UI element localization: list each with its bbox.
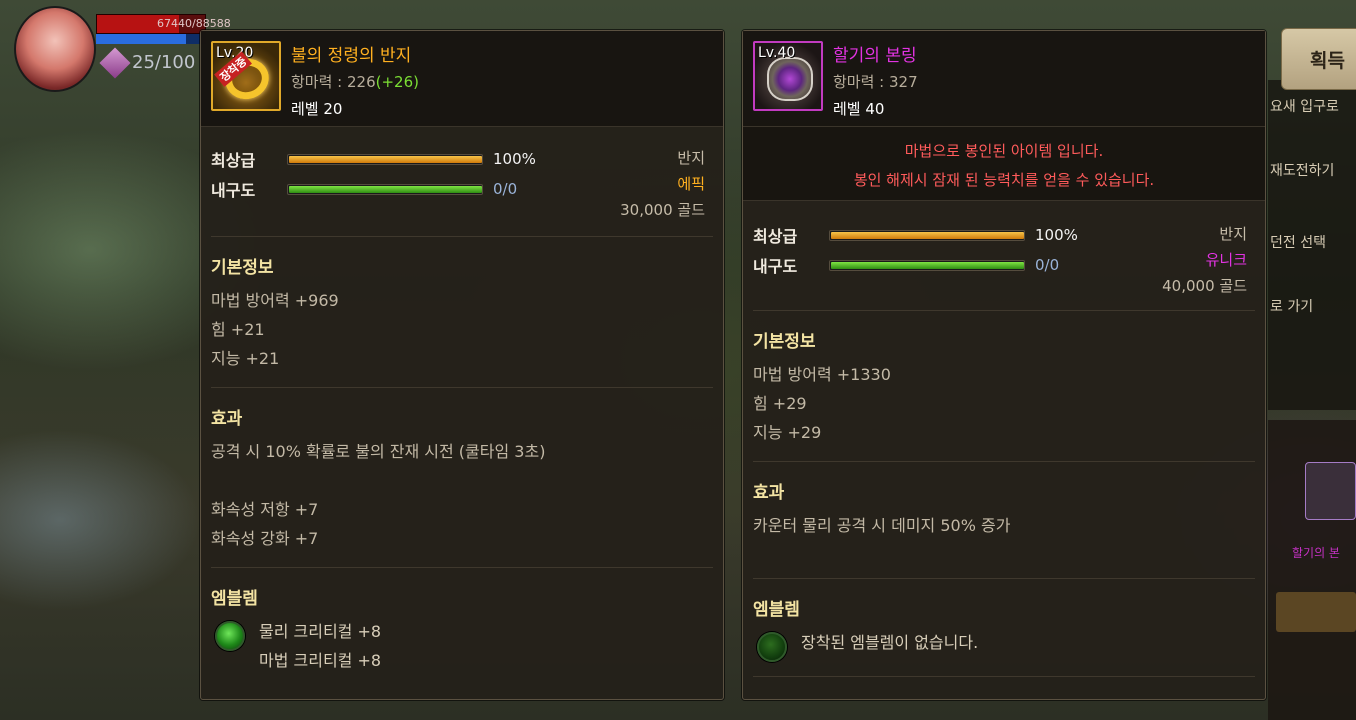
- durability-value: 0/0: [1035, 256, 1060, 274]
- item-type: 반지: [1219, 225, 1247, 243]
- item-icon: Lv.40: [753, 41, 823, 111]
- tooltip-header: Lv.20 장착중 불의 정령의 반지 항마력 : 226(+26) 레벨 20: [201, 31, 723, 127]
- grade-value: 100%: [1035, 226, 1078, 244]
- item-name: 불의 정령의 반지: [291, 46, 412, 66]
- durability-label: 내구도: [753, 257, 798, 276]
- item-level-tag: Lv.40: [758, 45, 796, 61]
- basic-info-line: 지능 +21: [211, 349, 280, 368]
- emblem-title: 엠블렘: [753, 600, 800, 620]
- item-icon: Lv.20 장착중: [211, 41, 281, 111]
- hp-bar: 67440/88588: [96, 14, 231, 34]
- item-rarity: 에픽: [677, 175, 705, 193]
- basic-info-title: 기본정보: [211, 258, 274, 278]
- hp-text: 67440/88588: [157, 17, 231, 30]
- player-avatar: [14, 6, 96, 92]
- item-tooltip-equipped: Lv.20 장착중 불의 정령의 반지 항마력 : 226(+26) 레벨 20…: [200, 30, 724, 700]
- emblem-gem-icon[interactable]: [215, 621, 245, 651]
- grade-label: 최상급: [211, 151, 256, 170]
- item-name: 할기의 본링: [833, 46, 917, 66]
- emblem-section: 엠블렘 장착된 엠블렘이 없습니다.: [753, 579, 1255, 677]
- effect-section: 효과 카운터 물리 공격 시 데미지 50% 증가: [753, 462, 1255, 579]
- effect-line: 화속성 강화 +7: [211, 529, 319, 548]
- emblem-title: 엠블렘: [211, 589, 258, 609]
- item-rarity: 유니크: [1205, 251, 1247, 269]
- fatigue-icon: [99, 47, 131, 79]
- effect-line: 공격 시 10% 확률로 불의 잔재 시전 (쿨타임 3초): [211, 442, 546, 461]
- item-price: 30,000 골드: [620, 201, 705, 219]
- emblem-empty-icon[interactable]: [757, 632, 787, 662]
- basic-info-line: 지능 +29: [753, 423, 822, 442]
- sealed-notice: 마법으로 봉인된 아이템 입니다. 봉인 해제시 잠재 된 능력치를 얻을 수 …: [743, 127, 1265, 201]
- emblem-line: 장착된 엠블렘이 없습니다.: [801, 633, 979, 652]
- reward-item-name: 할기의 본: [1292, 546, 1340, 560]
- tooltip-header: Lv.40 할기의 본링 항마력 : 327 레벨 40: [743, 31, 1265, 127]
- item-type: 반지: [677, 149, 705, 167]
- emblem-section: 엠블렘 물리 크리티컬 +8 마법 크리티컬 +8: [211, 568, 713, 689]
- item-gauges: 최상급 100% 내구도 0/0 반지 유니크 40,000 골드: [753, 201, 1255, 311]
- durability-gauge: [287, 183, 483, 195]
- effect-line: 카운터 물리 공격 시 데미지 50% 증가: [753, 516, 1011, 535]
- player-hud: 67440/88588 25/100: [0, 0, 231, 120]
- menu-item-dungeon-select[interactable]: 던전 선택: [1270, 232, 1326, 252]
- equip-button-background[interactable]: [1276, 592, 1356, 632]
- basic-info-section: 기본정보 마법 방어력 +1330 힘 +29 지능 +29: [753, 311, 1255, 462]
- item-tooltip-compare: Lv.40 할기의 본링 항마력 : 327 레벨 40 마법으로 봉인된 아이…: [742, 30, 1266, 700]
- effect-section: 효과 공격 시 10% 확률로 불의 잔재 시전 (쿨타임 3초) 화속성 저항…: [211, 388, 713, 568]
- durability-label: 내구도: [211, 181, 256, 200]
- item-gauges: 최상급 100% 내구도 0/0 반지 에픽 30,000 골드: [211, 127, 713, 237]
- sealed-line: 봉인 해제시 잠재 된 능력치를 얻을 수 있습니다.: [853, 171, 1155, 189]
- menu-item-retry[interactable]: 재도전하기: [1270, 160, 1334, 180]
- effect-line: 화속성 저항 +7: [211, 500, 319, 519]
- item-required-level: 레벨 20: [291, 100, 343, 118]
- item-power: 항마력 : 226(+26): [291, 73, 419, 91]
- durability-gauge: [829, 259, 1025, 271]
- emblem-line: 마법 크리티컬 +8: [259, 651, 382, 670]
- basic-info-line: 힘 +21: [211, 320, 265, 339]
- item-power: 항마력 : 327: [833, 73, 918, 91]
- basic-info-line: 마법 방어력 +1330: [753, 365, 891, 384]
- basic-info-section: 기본정보 마법 방어력 +969 힘 +21 지능 +21: [211, 237, 713, 388]
- effect-title: 효과: [211, 409, 243, 429]
- menu-item-fortress[interactable]: 요새 입구로: [1270, 96, 1339, 116]
- basic-info-line: 힘 +29: [753, 394, 807, 413]
- effect-line-spacer: [211, 466, 713, 495]
- item-power-bonus: (+26): [375, 73, 419, 91]
- reward-item-thumb[interactable]: [1305, 462, 1356, 520]
- effect-title: 효과: [753, 483, 785, 503]
- basic-info-line: 마법 방어력 +969: [211, 291, 339, 310]
- fatigue-display: 25/100: [99, 47, 196, 79]
- grade-label: 최상급: [753, 227, 798, 246]
- item-required-level: 레벨 40: [833, 100, 885, 118]
- item-price: 40,000 골드: [1162, 277, 1247, 295]
- ring-icon: [767, 57, 813, 101]
- menu-item-go[interactable]: 로 가기: [1270, 296, 1313, 316]
- grade-gauge: [287, 153, 483, 165]
- get-button[interactable]: 획득: [1281, 28, 1356, 90]
- grade-gauge: [829, 229, 1025, 241]
- fatigue-text: 25/100: [132, 52, 196, 73]
- mp-bar: [96, 34, 206, 44]
- grade-value: 100%: [493, 150, 536, 168]
- sealed-line: 마법으로 봉인된 아이템 입니다.: [904, 142, 1104, 160]
- durability-value: 0/0: [493, 180, 518, 198]
- basic-info-title: 기본정보: [753, 332, 816, 352]
- emblem-line: 물리 크리티컬 +8: [259, 622, 382, 641]
